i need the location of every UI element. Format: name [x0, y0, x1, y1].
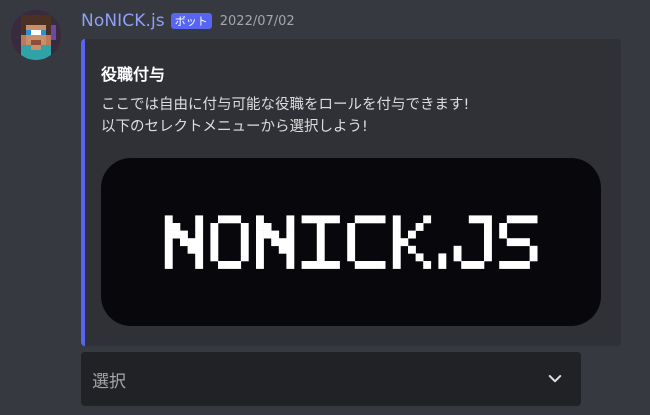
logo-letter — [164, 215, 204, 269]
logo-letter — [256, 215, 295, 269]
logo-letter — [453, 215, 492, 269]
logo-letter — [210, 215, 249, 269]
logo-letter — [499, 215, 538, 269]
embed-description-line: ここでは自由に付与可能な役職をロールを付与できます! — [101, 97, 470, 113]
chevron-down-icon — [548, 375, 562, 383]
select-menu[interactable]: 選択 — [81, 352, 581, 406]
minecraft-skin-avatar-icon — [11, 10, 61, 60]
logo-letter — [301, 215, 340, 269]
embed-card: 役職付与 ここでは自由に付与可能な役職をロールを付与できます! 以下のセレクトメ… — [81, 39, 621, 346]
message-header: NoNICK.js ボット 2022/07/02 — [81, 9, 295, 33]
embed-title: 役職付与 — [101, 65, 166, 84]
logo-letter — [438, 253, 447, 269]
embed-description: ここでは自由に付与可能な役職をロールを付与できます! 以下のセレクトメニューから… — [101, 94, 469, 138]
logo-letter — [392, 215, 432, 269]
chat-message: NoNICK.js ボット 2022/07/02 役職付与 ここでは自由に付与可… — [0, 0, 650, 415]
embed-description-line: 以下のセレクトメニューから選択しよう! — [101, 119, 368, 135]
embed-image[interactable]: NONICK.JS — [101, 158, 601, 326]
logo-letter — [347, 215, 386, 269]
timestamp: 2022/07/02 — [219, 13, 295, 29]
bot-badge: ボット — [170, 13, 212, 29]
nonick-logo: NONICK.JS — [164, 215, 538, 269]
avatar[interactable] — [11, 10, 61, 60]
username[interactable]: NoNICK.js — [81, 11, 165, 31]
select-placeholder: 選択 — [92, 372, 126, 392]
